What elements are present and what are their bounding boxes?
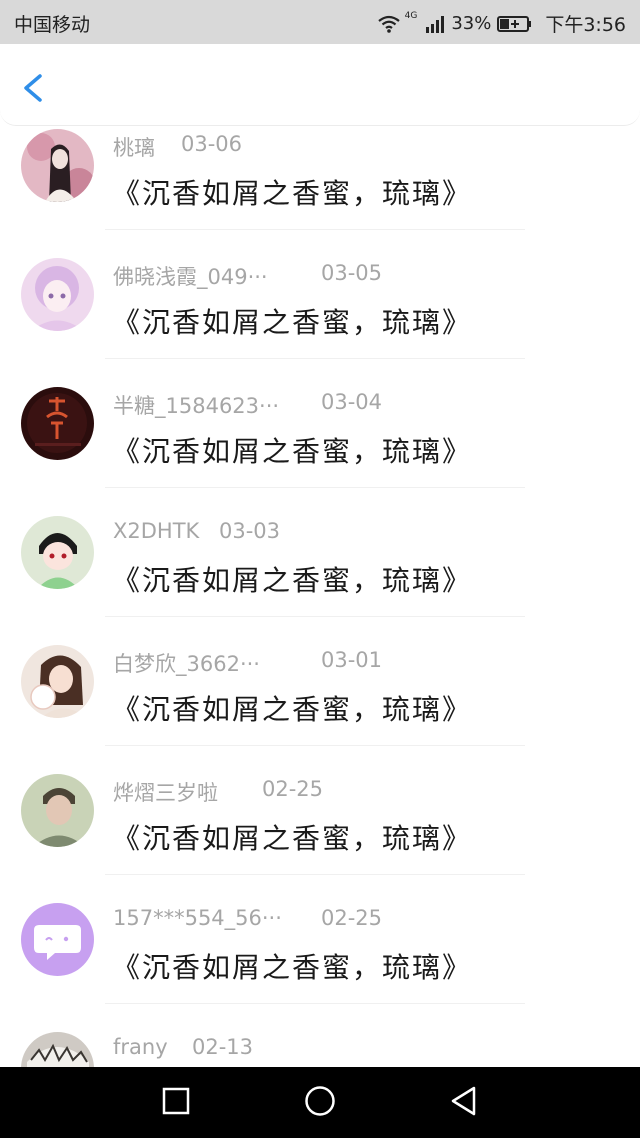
back-nav-button[interactable] [440,1079,488,1127]
comment-date: 03-01 [321,648,383,672]
comment-date: 03-06 [181,132,243,156]
avatar[interactable] [21,645,94,718]
comment-text: 《沉香如屑之香蜜，琉璃》 [112,564,473,597]
comment-meta: 烨熠三岁啦 02-25 [113,777,373,805]
username[interactable]: 桃璃 [113,136,155,160]
comment-meta: 桃璃 03-06 [113,132,313,160]
comment-text: 《沉香如屑之香蜜，琉璃》 [112,306,473,339]
comment-text: 《沉香如屑之香蜜，琉璃》 [112,177,473,210]
comment-text: 《沉香如屑之香蜜，琉璃》 [112,693,473,726]
circle-icon [304,1085,336,1121]
carrier-label: 中国移动 [14,14,91,36]
avatar[interactable] [21,387,94,460]
wifi-icon [377,15,401,33]
avatar[interactable] [21,516,94,589]
comment-date: 02-13 [192,1035,254,1059]
username[interactable]: 157***554_56··· [113,906,282,930]
list-item[interactable]: 佛晓浅霞_049··· 03-05 《沉香如屑之香蜜，琉璃》 [0,229,640,359]
system-nav-bar [0,1067,640,1138]
comment-text: 《沉香如屑之香蜜，琉璃》 [112,822,473,855]
battery-icon [497,15,533,33]
clock: 下午3:56 [545,14,626,36]
comment-meta: 半糖_1584623··· 03-04 [113,390,413,418]
square-icon [162,1087,190,1119]
comment-meta: X2DHTK 03-03 [113,519,313,547]
network-type-label: 4G [404,10,418,21]
username[interactable]: X2DHTK [113,519,199,543]
list-item[interactable]: X2DHTK 03-03 《沉香如屑之香蜜，琉璃》 [0,487,640,617]
recents-button[interactable] [152,1079,200,1127]
status-icons: 4G 33% 下午3:56 [377,10,626,37]
list-item[interactable]: 桃璃 03-06 《沉香如屑之香蜜，琉璃》 [0,126,640,230]
avatar[interactable] [21,258,94,331]
signal-icon [425,15,445,33]
list-item[interactable]: 157***554_56··· 02-25 《沉香如屑之香蜜，琉璃》 [0,874,640,1004]
username[interactable]: 烨熠三岁啦 [113,781,218,805]
list-item[interactable]: 白梦欣_3662··· 03-01 《沉香如屑之香蜜，琉璃》 [0,616,640,746]
comment-date: 02-25 [262,777,324,801]
chevron-left-icon [14,74,54,112]
battery-percent: 33% [451,13,492,34]
username[interactable]: 半糖_1584623··· [113,394,279,418]
list-item[interactable]: frany 02-13 [0,1003,640,1067]
comment-meta: 白梦欣_3662··· 03-01 [113,648,413,676]
list-item[interactable]: 烨熠三岁啦 02-25 《沉香如屑之香蜜，琉璃》 [0,745,640,875]
comment-date: 03-05 [321,261,383,285]
comment-meta: 佛晓浅霞_049··· 03-05 [113,261,413,289]
comment-list[interactable]: 桃璃 03-06 《沉香如屑之香蜜，琉璃》 佛晓浅霞_049··· 03-05 … [0,126,640,1067]
back-button[interactable] [14,68,54,108]
comment-text: 《沉香如屑之香蜜，琉璃》 [112,951,473,984]
username[interactable]: 白梦欣_3662··· [113,652,260,676]
comment-date: 02-25 [321,906,383,930]
comment-text: 《沉香如屑之香蜜，琉璃》 [112,435,473,468]
avatar[interactable] [21,1032,94,1067]
home-button[interactable] [296,1079,344,1127]
comment-meta: frany 02-13 [113,1035,313,1063]
comment-date: 03-03 [219,519,281,543]
avatar[interactable] [21,903,94,976]
status-bar: 中国移动 4G 33% 下午3:56 [0,0,640,44]
username[interactable]: frany [113,1035,168,1059]
comment-date: 03-04 [321,390,383,414]
comment-meta: 157***554_56··· 02-25 [113,906,413,934]
list-item[interactable]: 半糖_1584623··· 03-04 《沉香如屑之香蜜，琉璃》 [0,358,640,488]
nav-header [0,44,640,126]
avatar[interactable] [21,774,94,847]
username[interactable]: 佛晓浅霞_049··· [113,265,268,289]
triangle-back-icon [450,1086,478,1120]
avatar[interactable] [21,129,94,202]
